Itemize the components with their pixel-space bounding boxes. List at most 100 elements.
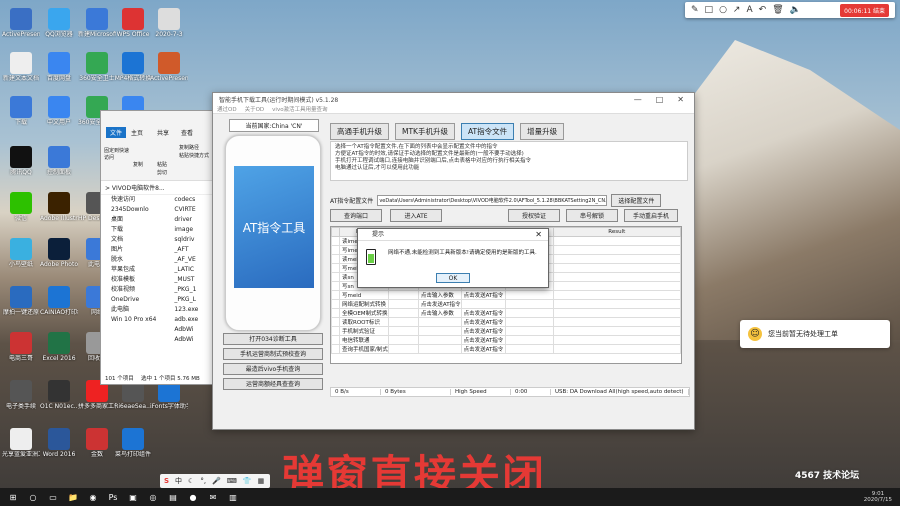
nav-item[interactable]: 快速访问 [101,195,172,205]
table-row[interactable]: 写meid 点击输入参数 点击发送AT指令 [331,290,681,300]
file-item[interactable]: driver [172,215,214,225]
desktop-icon[interactable]: O1C N01ec... [40,380,78,410]
close-icon[interactable]: ✕ [677,95,684,104]
close-icon[interactable]: ✕ [535,229,542,241]
desktop-icon[interactable]: 摩拍一键还原 [2,286,40,316]
desktop-icon[interactable]: MP4格式转换 [114,52,152,82]
desktop-icon[interactable]: Word 2016 [40,428,78,458]
stop-record-button[interactable]: 00:06:11 结束 [840,3,889,17]
cut-button[interactable]: 剪切 [157,169,167,176]
desktop-icon[interactable]: Adobe Illustrat... [40,192,78,222]
mic-icon[interactable]: 🎤 [212,477,221,485]
circle-icon[interactable]: ○ [719,5,727,15]
skin-icon[interactable]: 👕 [243,477,252,485]
address-bar[interactable]: > VIVOD电脑软件8... [101,181,214,195]
desktop-icon[interactable]: Adobe Photosh... [40,238,78,268]
tab-incremental[interactable]: 增量升级 [520,123,565,140]
search-icon[interactable]: ○ [26,491,40,503]
desktop-icon[interactable]: 腾讯QQ [2,146,40,176]
desktop-icon[interactable]: 控制面板 [40,146,78,176]
file-item[interactable]: sqldriv [172,235,214,245]
nav-item[interactable]: 下载 [101,225,172,235]
nav-item[interactable]: 校准模板 [101,275,172,285]
file-item[interactable]: AdbWi [172,325,214,335]
explorer-icon[interactable]: 📁 [66,491,80,503]
desktop-icon[interactable]: CAINIAO打印组件 [40,286,78,316]
nav-item[interactable]: 脱水 [101,255,172,265]
grid-icon[interactable]: ▦ [258,477,265,485]
manual-reboot-button[interactable]: 手动重启手机 [624,209,678,222]
paste-shortcut-button[interactable]: 粘贴快捷方式 [179,152,209,159]
file-item[interactable]: AdbWi [172,335,214,345]
nav-item[interactable]: 图片 [101,245,172,255]
file-item[interactable]: _AF_VE [172,255,214,265]
browser-icon[interactable]: ◎ [146,491,160,503]
carrier-query-button[interactable]: 手机运营商制式预校查询 [223,348,323,360]
desktop-icon[interactable]: 金数 [78,428,116,458]
trash-icon[interactable]: 🗑 [772,5,783,15]
tab-home[interactable]: 主页 [131,128,143,137]
enter-ate-button[interactable]: 进入ATE [390,209,442,222]
sogou-icon[interactable]: S [164,477,169,485]
pin-quick-access[interactable]: 固定到快速访问 [104,147,130,161]
nav-item[interactable]: Win 10 Pro x64 [101,315,172,325]
desktop-icon[interactable]: 2020-7-3 [150,8,188,38]
table-row[interactable]: 网络运配制式转换 点击发送AT指令 [331,299,681,309]
desktop-icon[interactable]: 百度网盘 [40,52,78,82]
desktop-icon[interactable]: 菜鸟打印组件 [114,428,152,458]
select-config-button[interactable]: 选择配置文件 [611,194,662,207]
nav-item[interactable]: 文档 [101,235,172,245]
nav-item[interactable]: 桌面 [101,215,172,225]
desktop-icon[interactable]: ActivePresen. [150,52,188,82]
imei-unlock-button[interactable]: 串号解锁 [566,209,618,222]
menu-item[interactable]: 通过OD [217,105,237,113]
text-icon[interactable]: A [746,5,752,15]
keyboard-icon[interactable]: ⌨ [227,477,237,485]
desktop-icon[interactable]: 微信 [2,192,40,222]
app-icon[interactable]: ▥ [226,491,240,503]
maximize-icon[interactable]: □ [656,95,664,104]
vivo-query-button[interactable]: 最造后vivo手机查询 [223,363,323,375]
tab-share[interactable]: 共享 [157,128,169,137]
open-diag-tool-button[interactable]: 打开034诊断工具 [223,333,323,345]
rect-icon[interactable]: □ [705,5,714,15]
file-item[interactable]: _PKG_L [172,295,214,305]
nav-item[interactable]: OneDrive [101,295,172,305]
punct-icon[interactable]: °, [200,477,206,485]
table-row[interactable]: 查询手机国家/制式 点击发送AT指令 [331,344,681,354]
app-icon[interactable]: ▣ [126,491,140,503]
desktop-icon[interactable]: WPS Office [114,8,152,38]
file-item[interactable]: codecs [172,195,214,205]
desktop-icon[interactable]: 中文用户 [40,96,78,126]
pen-icon[interactable]: ✎ [691,5,699,15]
desktop-icon[interactable]: 光享蓝爱亚洲工具 [2,428,40,458]
notification-card[interactable]: ☺ 您当前暂无待处理工单 [740,320,890,348]
desktop-icon[interactable]: 360安全卫士 [78,52,116,82]
desktop-icon[interactable]: 电商三哥 [2,332,40,362]
file-item[interactable]: image [172,225,214,235]
desktop-icon[interactable]: 电子类手续 [2,380,40,410]
file-item[interactable]: _LATIC [172,265,214,275]
operator-query-button[interactable]: 运营商额经具查查询 [223,378,323,390]
photoshop-icon[interactable]: Ps [106,491,120,503]
desktop-icon[interactable]: QQ浏览器 [40,8,78,38]
auth-verify-button[interactable]: 授权验证 [508,209,560,222]
desktop-icon[interactable]: Excel 2016 [40,332,78,362]
file-item[interactable]: _PKG_1 [172,285,214,295]
table-row[interactable]: 电信转联通 点击发送AT指令 [331,335,681,345]
menu-item[interactable]: vivo激活工具用量查询 [272,105,327,113]
moon-icon[interactable]: ☾ [188,477,194,485]
tab-view[interactable]: 查看 [181,128,193,137]
table-row[interactable]: 手机制式验证 点击发送AT指令 [331,326,681,336]
file-item[interactable]: 123.exe [172,305,214,315]
desktop-icon[interactable]: 下载 [2,96,40,126]
copy-button[interactable]: 复制 [133,161,143,168]
minimize-icon[interactable]: — [634,95,642,104]
table-row[interactable]: 全模OEM制式转换 点击输入参数 点击发送AT指令 [331,308,681,318]
desktop-icon[interactable]: 新建Microsoft [78,8,116,38]
menu-item[interactable]: 关于OD [245,105,265,113]
tab-mtk[interactable]: MTK手机升级 [395,123,455,140]
undo-icon[interactable]: ↶ [759,5,767,15]
tab-qualcomm[interactable]: 高通手机升级 [330,123,389,140]
nav-item[interactable]: 校准视频 [101,285,172,295]
